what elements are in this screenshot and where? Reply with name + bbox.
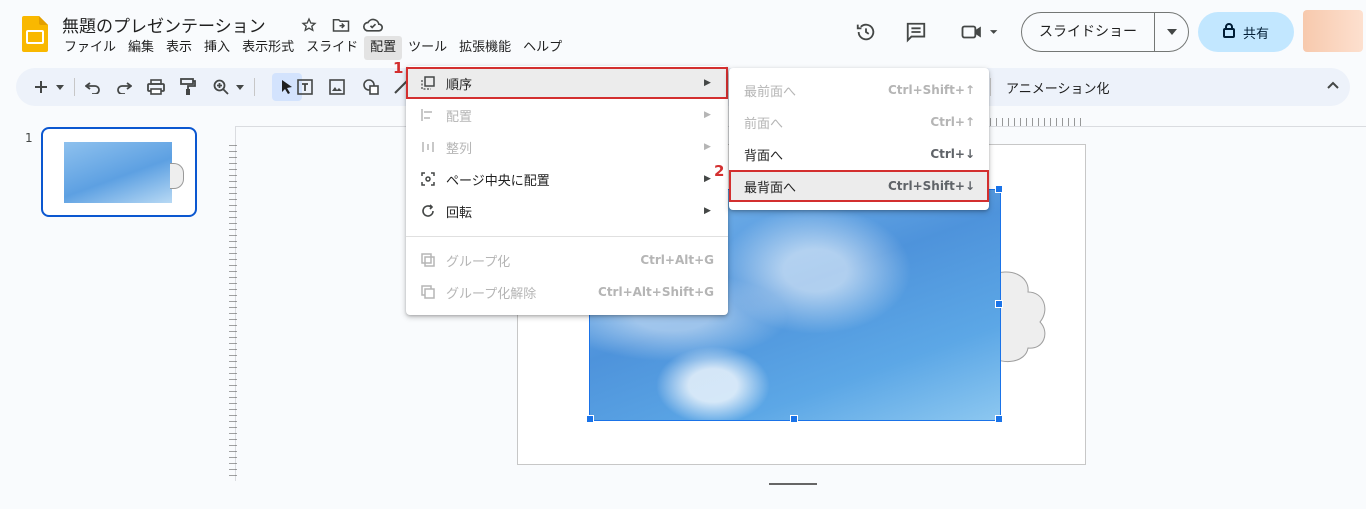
order-icon [420, 75, 436, 91]
submenu-arrow-icon: ▶ [704, 206, 711, 216]
meet-icon[interactable] [957, 20, 1001, 44]
thumbnail-cloud-shape [170, 163, 184, 189]
ungroup-icon [420, 284, 436, 300]
order-submenu: 最前面へ Ctrl+Shift+↑ 前面へ Ctrl+↑ 背面へ Ctrl+↓ … [729, 68, 989, 210]
menu-file[interactable]: ファイル [58, 36, 122, 60]
collapse-icon[interactable] [1326, 78, 1340, 97]
menu-item-order[interactable]: 順序 ▶ [406, 67, 728, 99]
add-caret-icon[interactable] [54, 76, 66, 98]
history-icon[interactable] [854, 20, 878, 44]
menu-item-send-to-back[interactable]: 最背面へ Ctrl+Shift+↓ [729, 170, 989, 202]
add-icon[interactable] [30, 76, 52, 98]
zoom-icon[interactable] [210, 76, 232, 98]
menu-arrange[interactable]: 配置 [364, 36, 403, 60]
slide-number: 1 [25, 131, 33, 145]
slide-thumbnail[interactable] [41, 127, 197, 217]
star-icon[interactable] [298, 14, 320, 36]
submenu-arrow-icon: ▶ [704, 78, 711, 88]
menu-item-label: 前面へ [744, 116, 784, 132]
submenu-arrow-icon: ▶ [704, 142, 711, 152]
arrange-menu: 順序 ▶ 配置 ▶ 整列 ▶ ページ中央に配置 ▶ 回転 ▶ グループ化 Ctr… [406, 66, 728, 315]
undo-icon[interactable] [82, 76, 104, 98]
menu-item-label: 最背面へ [744, 180, 797, 196]
center-on-page-icon [420, 171, 436, 187]
menu-item-shortcut: Ctrl+Shift+↓ [888, 179, 975, 193]
menu-item-label: 回転 [446, 205, 473, 221]
share-button[interactable]: 共有 [1198, 12, 1294, 52]
menu-item-distribute[interactable]: 整列 ▶ [406, 131, 728, 163]
thumbnail-sky-image [64, 142, 172, 203]
animate-button[interactable]: アニメーション化 [1006, 78, 1109, 97]
menu-format[interactable]: 表示形式 [236, 36, 300, 60]
canvas-scroll-indicator[interactable] [769, 483, 817, 485]
menu-item-label: 配置 [446, 109, 473, 125]
horizontal-ruler [990, 118, 1084, 126]
resize-handle-bottom-right[interactable] [995, 415, 1003, 423]
menu-item-shortcut: Ctrl+Alt+G [640, 253, 714, 267]
slideshow-button[interactable]: スライドショー [1021, 12, 1189, 52]
toolbar-divider [990, 78, 991, 96]
toolbar-divider [74, 78, 75, 96]
slides-logo-icon[interactable] [22, 16, 48, 52]
resize-handle-bottom[interactable] [790, 415, 798, 423]
shape-icon[interactable] [360, 76, 382, 98]
menu-item-bring-to-front[interactable]: 最前面へ Ctrl+Shift+↑ [729, 74, 989, 106]
menu-item-group[interactable]: グループ化 Ctrl+Alt+G [406, 244, 728, 276]
menu-tools[interactable]: ツール [402, 36, 453, 60]
menu-item-center-on-page[interactable]: ページ中央に配置 ▶ [406, 163, 728, 195]
menu-item-label: グループ化 [446, 254, 511, 270]
menu-slide[interactable]: スライド [300, 36, 364, 60]
zoom-caret-icon[interactable] [234, 76, 246, 98]
menu-item-align[interactable]: 配置 ▶ [406, 99, 728, 131]
menu-extensions[interactable]: 拡張機能 [453, 36, 517, 60]
menu-insert[interactable]: 挿入 [198, 36, 236, 60]
slideshow-label[interactable]: スライドショー [1022, 13, 1155, 51]
textbox-icon[interactable] [294, 76, 316, 98]
menu-view[interactable]: 表示 [160, 36, 198, 60]
menu-edit[interactable]: 編集 [122, 36, 160, 60]
chevron-down-icon[interactable] [1155, 29, 1188, 35]
doc-title[interactable]: 無題のプレゼンテーション [62, 12, 266, 37]
move-folder-icon[interactable] [330, 14, 352, 36]
vertical-ruler [229, 145, 237, 480]
menu-bar: ファイル 編集 表示 挿入 表示形式 スライド 配置 ツール 拡張機能 ヘルプ [58, 36, 568, 62]
rotate-icon [420, 203, 436, 219]
step-callout-2: 2 [714, 162, 725, 180]
share-label: 共有 [1242, 26, 1269, 42]
avatar[interactable] [1303, 10, 1363, 52]
menu-item-label: 整列 [446, 141, 473, 157]
submenu-arrow-icon: ▶ [704, 110, 711, 120]
menu-item-shortcut: Ctrl+↓ [930, 147, 975, 161]
resize-handle-right[interactable] [995, 300, 1003, 308]
resize-handle-top-right[interactable] [995, 185, 1003, 193]
menu-item-shortcut: Ctrl+↑ [930, 115, 975, 129]
menu-item-ungroup[interactable]: グループ化解除 Ctrl+Alt+Shift+G [406, 276, 728, 308]
step-callout-1: 1 [393, 59, 404, 77]
submenu-arrow-icon: ▶ [704, 174, 711, 184]
menu-item-label: 順序 [446, 77, 473, 93]
menu-item-label: グループ化解除 [446, 286, 537, 302]
print-icon[interactable] [145, 76, 167, 98]
menu-item-shortcut: Ctrl+Alt+Shift+G [598, 285, 714, 299]
menu-item-bring-forward[interactable]: 前面へ Ctrl+↑ [729, 106, 989, 138]
resize-handle-bottom-left[interactable] [586, 415, 594, 423]
paint-format-icon[interactable] [177, 76, 199, 98]
group-icon [420, 252, 436, 268]
toolbar-divider [254, 78, 255, 96]
menu-item-label: 背面へ [744, 148, 784, 164]
menu-divider [406, 236, 728, 237]
menu-item-send-backward[interactable]: 背面へ Ctrl+↓ [729, 138, 989, 170]
cloud-status-icon[interactable] [362, 14, 384, 36]
redo-icon[interactable] [113, 76, 135, 98]
menu-help[interactable]: ヘルプ [517, 36, 568, 60]
image-icon[interactable] [326, 76, 348, 98]
menu-item-shortcut: Ctrl+Shift+↑ [888, 83, 975, 97]
menu-item-label: ページ中央に配置 [446, 173, 550, 189]
distribute-icon [420, 139, 436, 155]
menu-item-rotate[interactable]: 回転 ▶ [406, 195, 728, 227]
align-icon [420, 107, 436, 123]
lock-icon [1222, 22, 1235, 42]
menu-item-label: 最前面へ [744, 84, 797, 100]
comment-icon[interactable] [904, 20, 928, 44]
